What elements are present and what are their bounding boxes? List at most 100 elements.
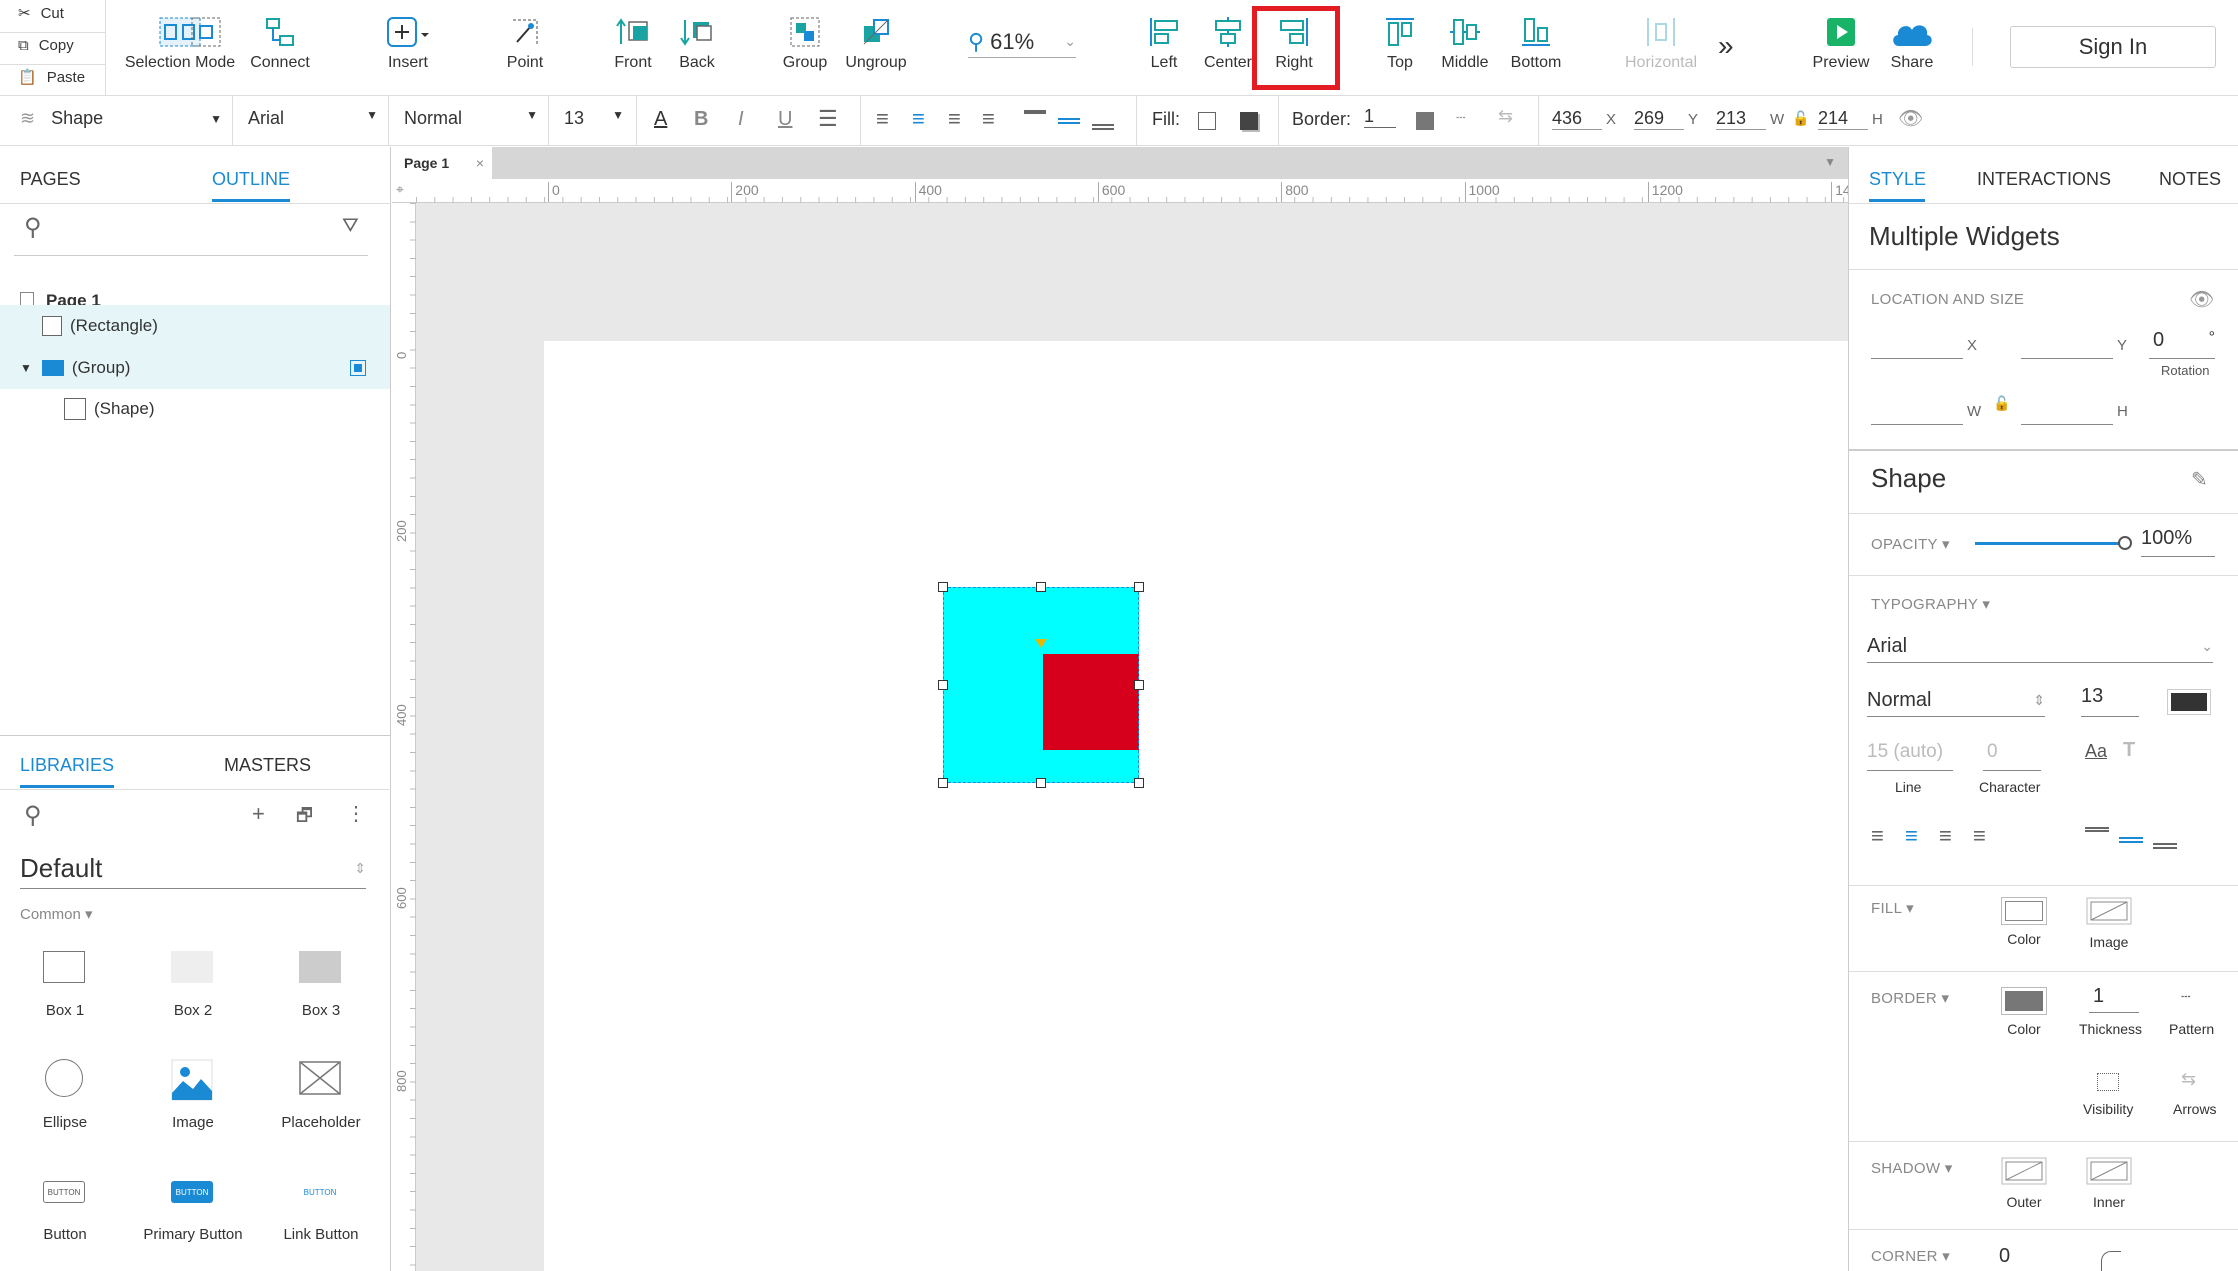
tab-page-1[interactable]: Page 1 × <box>392 147 492 179</box>
resize-handle[interactable] <box>1036 582 1046 592</box>
line-height-input[interactable]: 15 (auto) <box>1867 741 1953 771</box>
ungroup-button[interactable]: Ungroup <box>845 0 907 95</box>
rp-valign-middle-icon[interactable] <box>2119 837 2143 843</box>
fill-color-button[interactable]: Color <box>1999 897 2049 949</box>
expand-triangle-icon[interactable]: ▼ <box>20 361 32 375</box>
arrows-style-icon[interactable]: ⇆ <box>2181 1069 2196 1090</box>
rp-w-input[interactable] <box>1871 399 1963 425</box>
opacity-thumb[interactable] <box>2118 536 2132 550</box>
widget-ellipse[interactable]: Ellipse <box>0 1059 130 1159</box>
align-bottom-button[interactable]: Bottom <box>1508 0 1564 95</box>
style-dropdown[interactable]: ≋ Shape ▼ <box>20 108 222 129</box>
border-pattern-icon[interactable]: ┄ <box>1456 108 1466 128</box>
border-color-swatch[interactable] <box>1416 112 1434 130</box>
font-weight-dropdown[interactable]: Normal ▼ <box>404 108 538 129</box>
library-window-icon[interactable]: 🗗 <box>296 803 313 833</box>
outline-shape-row[interactable]: (Shape) <box>0 389 390 429</box>
filter-icon[interactable]: ⛛ <box>342 215 359 238</box>
rp-y-input[interactable] <box>2021 333 2113 359</box>
fill-shadow-swatch[interactable] <box>1240 112 1258 130</box>
library-category[interactable]: Common ▾ <box>20 905 93 923</box>
text-shadow-icon[interactable]: T <box>2123 739 2135 762</box>
underline-icon[interactable]: U <box>778 108 792 131</box>
text-justify-icon[interactable]: ≡ <box>982 106 995 132</box>
rp-valign-bottom-icon[interactable] <box>2153 843 2177 849</box>
widget-box-3[interactable]: Box 3 <box>256 947 386 1047</box>
font-size-dropdown[interactable]: 13 ▼ <box>564 108 624 129</box>
tab-pages[interactable]: PAGES <box>20 169 81 190</box>
widget-placeholder[interactable]: Placeholder <box>256 1059 386 1159</box>
valign-top-icon[interactable] <box>1024 110 1046 114</box>
italic-icon[interactable]: I <box>738 108 744 131</box>
fill-section-label[interactable]: FILL ▾ <box>1871 899 1914 917</box>
opacity-label[interactable]: OPACITY ▾ <box>1871 535 1950 553</box>
text-case-icon[interactable]: Aa <box>2085 741 2107 762</box>
cut-button[interactable]: ✂ Cut <box>18 4 64 23</box>
bullet-list-icon[interactable]: ☰ <box>818 106 838 132</box>
align-top-button[interactable]: Top <box>1380 0 1420 95</box>
opacity-slider[interactable] <box>1975 536 2132 550</box>
widget-link-button[interactable]: BUTTON Link Button <box>256 1171 386 1271</box>
close-tab-icon[interactable]: × <box>476 155 484 171</box>
resize-handle[interactable] <box>1036 778 1046 788</box>
opacity-input[interactable]: 100% <box>2141 527 2215 557</box>
fill-none-swatch[interactable] <box>1198 112 1216 130</box>
rp-h-input[interactable] <box>2021 399 2113 425</box>
tab-style[interactable]: STYLE <box>1869 169 1926 190</box>
font-color-swatch[interactable] <box>2167 689 2211 715</box>
edit-style-icon[interactable]: ✎ <box>2191 467 2208 492</box>
library-select[interactable]: Default ⇕ <box>20 849 366 889</box>
arrows-icon[interactable]: ⇆ <box>1498 106 1513 127</box>
x-input[interactable]: 436 <box>1552 108 1602 130</box>
lock-icon[interactable]: 🔓 <box>1792 110 1809 127</box>
search-icon[interactable]: ⚲ <box>24 213 42 242</box>
share-button[interactable]: Share <box>1886 0 1938 95</box>
outer-shadow-button[interactable]: Outer <box>1999 1157 2049 1210</box>
widget-primary-button[interactable]: BUTTON Primary Button <box>128 1171 258 1271</box>
border-color-button[interactable]: Color <box>1999 987 2049 1039</box>
corner-radius-input[interactable]: 0 <box>1999 1245 2010 1268</box>
sign-in-button[interactable]: Sign In <box>2010 26 2216 68</box>
w-input[interactable]: 213 <box>1716 108 1766 130</box>
corner-section-label[interactable]: CORNER ▾ <box>1871 1247 1950 1265</box>
text-align-center-icon[interactable]: ≡ <box>912 106 925 132</box>
aspect-lock-icon[interactable]: 🔓 <box>1993 395 2010 412</box>
rp-weight-select[interactable]: Normal ⇕ <box>1867 685 2045 717</box>
resize-handle[interactable] <box>938 778 948 788</box>
rp-align-right-icon[interactable]: ≡ <box>1939 823 1952 849</box>
selected-indicator-icon[interactable] <box>350 360 366 376</box>
widget-button[interactable]: BUTTON Button <box>0 1171 130 1271</box>
h-input[interactable]: 214 <box>1818 108 1868 130</box>
resize-handle[interactable] <box>1134 778 1144 788</box>
rp-size-input[interactable]: 13 <box>2081 685 2139 717</box>
tab-outline[interactable]: OUTLINE <box>212 169 290 190</box>
corner-shape-icon[interactable] <box>2101 1251 2121 1271</box>
y-input[interactable]: 269 <box>1634 108 1684 130</box>
rp-align-center-icon[interactable]: ≡ <box>1905 823 1918 849</box>
add-library-icon[interactable]: + <box>252 801 265 827</box>
tab-masters[interactable]: MASTERS <box>224 755 311 776</box>
text-align-left-icon[interactable]: ≡ <box>876 106 889 132</box>
rp-x-input[interactable] <box>1871 333 1963 359</box>
tab-notes[interactable]: NOTES <box>2159 169 2221 190</box>
library-more-icon[interactable]: ⋮ <box>346 801 366 826</box>
copy-button[interactable]: ⧉ Copy <box>18 37 74 54</box>
border-thickness-input[interactable]: 1 <box>1364 106 1396 128</box>
resize-handle[interactable] <box>938 680 948 690</box>
fill-image-button[interactable]: Image <box>2083 897 2135 950</box>
widget-image[interactable]: Image <box>128 1059 258 1159</box>
paste-button[interactable]: 📋 Paste <box>18 68 85 87</box>
rp-font-select[interactable]: Arial ⌄ <box>1867 631 2213 663</box>
rp-valign-top-icon[interactable] <box>2085 827 2109 832</box>
text-align-right-icon[interactable]: ≡ <box>948 106 961 132</box>
rp-justify-icon[interactable]: ≡ <box>1973 823 1986 849</box>
tab-libraries[interactable]: LIBRARIES <box>20 755 114 776</box>
artboard[interactable] <box>544 341 1848 1271</box>
thickness-input[interactable]: 1 <box>2089 985 2139 1013</box>
front-button[interactable]: Front <box>608 0 658 95</box>
resize-handle[interactable] <box>938 582 948 592</box>
point-button[interactable]: Point <box>500 0 550 95</box>
insert-button[interactable]: Insert <box>380 0 436 95</box>
bold-icon[interactable]: B <box>694 108 708 131</box>
align-middle-button[interactable]: Middle <box>1440 0 1490 95</box>
